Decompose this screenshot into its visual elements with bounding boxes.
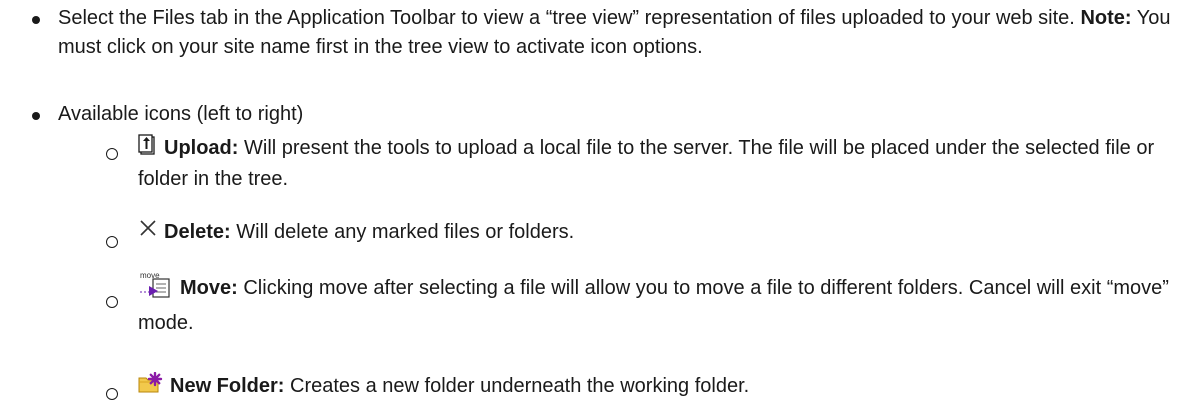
files-tab-paragraph: Select the Files tab in the Application … — [58, 4, 1178, 62]
note-label: Note: — [1080, 7, 1132, 29]
upload-icon — [138, 134, 158, 165]
move-title: Move: — [180, 277, 238, 299]
list-item-new-folder: New Folder: Creates a new folder underne… — [138, 371, 1188, 405]
move-icon: move — [138, 270, 174, 309]
upload-title: Upload: — [164, 137, 239, 159]
bullet-marker — [32, 16, 40, 24]
delete-icon — [138, 218, 158, 249]
new-folder-description: Creates a new folder underneath the work… — [290, 375, 750, 397]
available-icons-heading: Available icons (left to right) — [58, 103, 304, 125]
move-description: Clicking move after selecting a file wil… — [138, 277, 1169, 334]
list-item-delete: Delete: Will delete any marked files or … — [138, 218, 1188, 249]
sub-bullet-marker — [106, 388, 118, 400]
delete-description: Will delete any marked files or folders. — [236, 221, 575, 243]
files-tab-text: Select the Files tab in the Application … — [58, 7, 1075, 29]
document-page: Select the Files tab in the Application … — [0, 0, 1196, 416]
list-item-move: move Move: Clicking move after selecting… — [138, 270, 1188, 338]
upload-description: Will present the tools to upload a local… — [138, 137, 1155, 190]
sub-bullet-marker — [106, 236, 118, 248]
sub-bullet-marker — [106, 148, 118, 160]
new-folder-icon — [138, 371, 164, 405]
bullet-marker — [32, 112, 40, 120]
delete-title: Delete: — [164, 221, 231, 243]
sub-bullet-marker — [106, 296, 118, 308]
new-folder-title: New Folder: — [170, 375, 285, 397]
list-item-upload: Upload: Will present the tools to upload… — [138, 134, 1188, 194]
